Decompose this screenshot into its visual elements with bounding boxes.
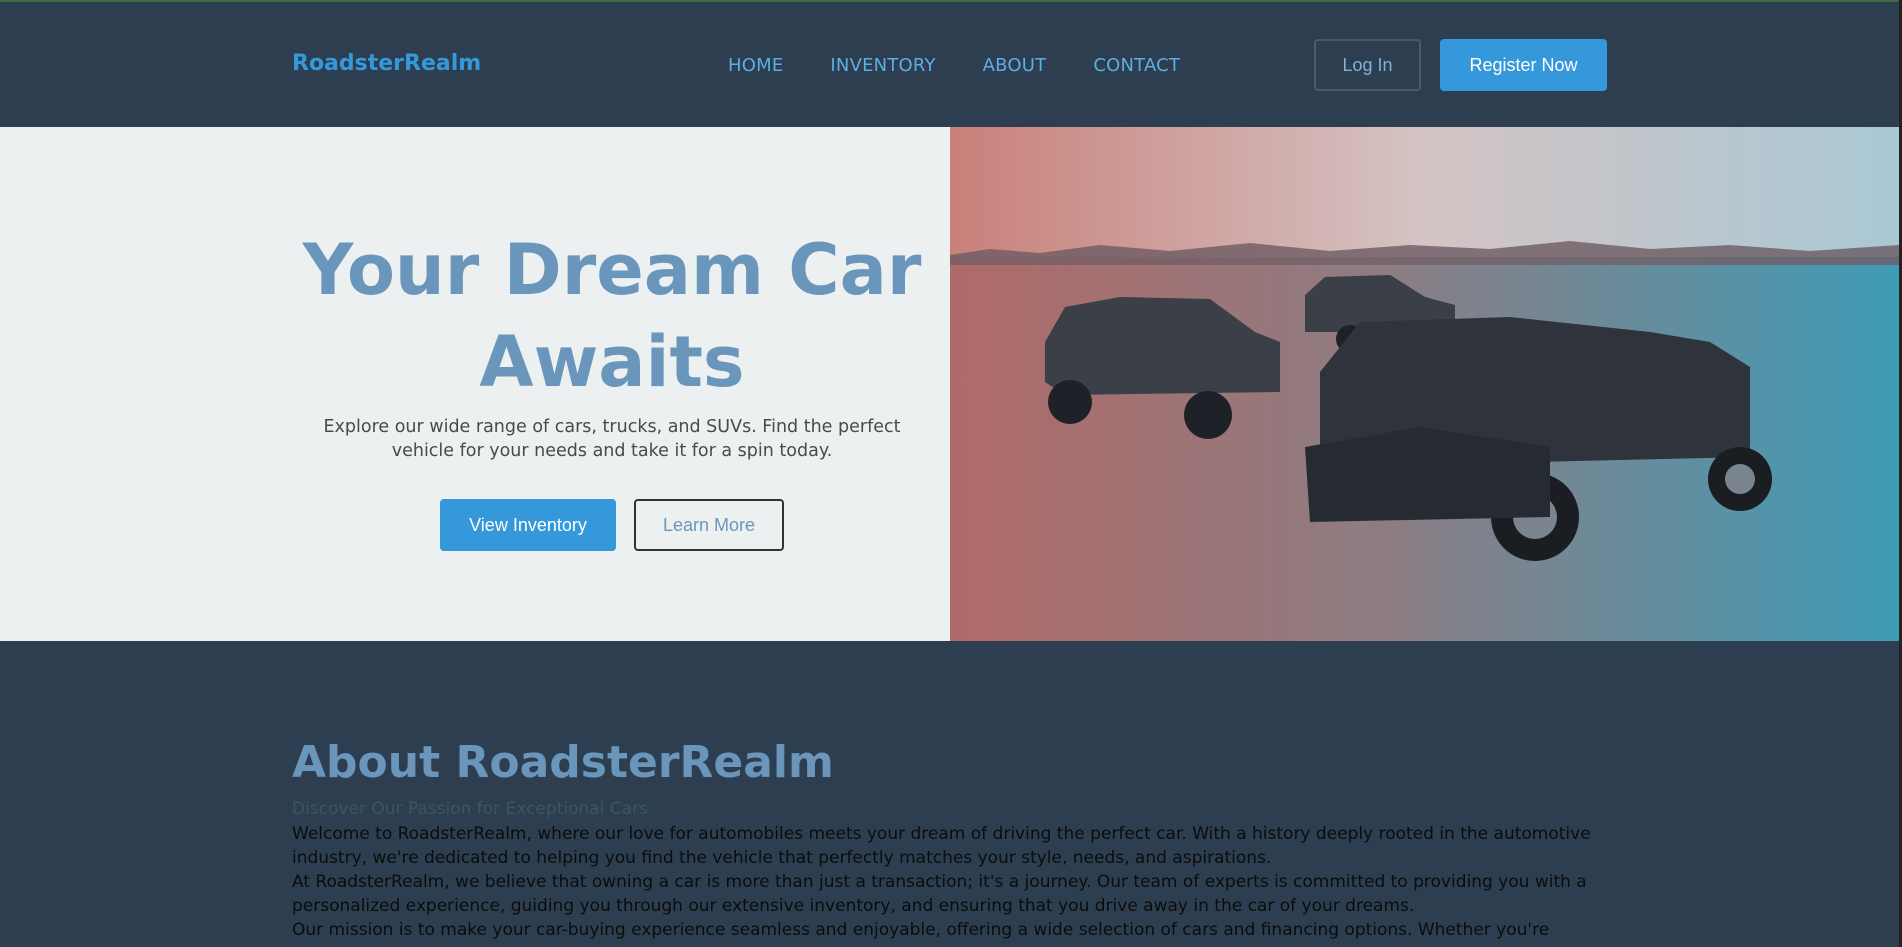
nav-links: HOME INVENTORY ABOUT CONTACT [728,55,1180,76]
about-paragraph: Welcome to RoadsterRealm, where our love… [292,824,1591,868]
about-paragraph: Our mission is to make your car-buying e… [292,920,1550,940]
learn-more-button[interactable]: Learn More [634,499,784,551]
hero-description: Explore our wide range of cars, trucks, … [323,417,901,461]
about-body: Welcome to RoadsterRealm, where our love… [292,822,1592,942]
cars-illustration [950,127,1899,641]
nav-link-inventory[interactable]: INVENTORY [830,55,935,76]
navbar: RoadsterRealm HOME INVENTORY ABOUT CONTA… [0,2,1899,127]
hero-title: Your Dream Car Awaits [302,229,922,403]
about-paragraph: At RoadsterRealm, we believe that owning… [292,872,1587,916]
hero-cars-image [950,127,1899,641]
register-button[interactable]: Register Now [1440,39,1607,91]
about-subtitle: Discover Our Passion for Exceptional Car… [292,799,648,819]
about-section: About RoadsterRealm Discover Our Passion… [0,641,1899,947]
login-button[interactable]: Log In [1314,39,1421,91]
brand-logo[interactable]: RoadsterRealm [292,51,481,76]
nav-link-contact[interactable]: CONTACT [1093,55,1180,76]
nav-link-home[interactable]: HOME [728,55,783,76]
about-title: About RoadsterRealm [292,737,834,788]
hero-section: Your Dream Car Awaits Explore our wide r… [0,127,950,641]
view-inventory-button[interactable]: View Inventory [440,499,616,551]
nav-link-about[interactable]: ABOUT [983,55,1047,76]
